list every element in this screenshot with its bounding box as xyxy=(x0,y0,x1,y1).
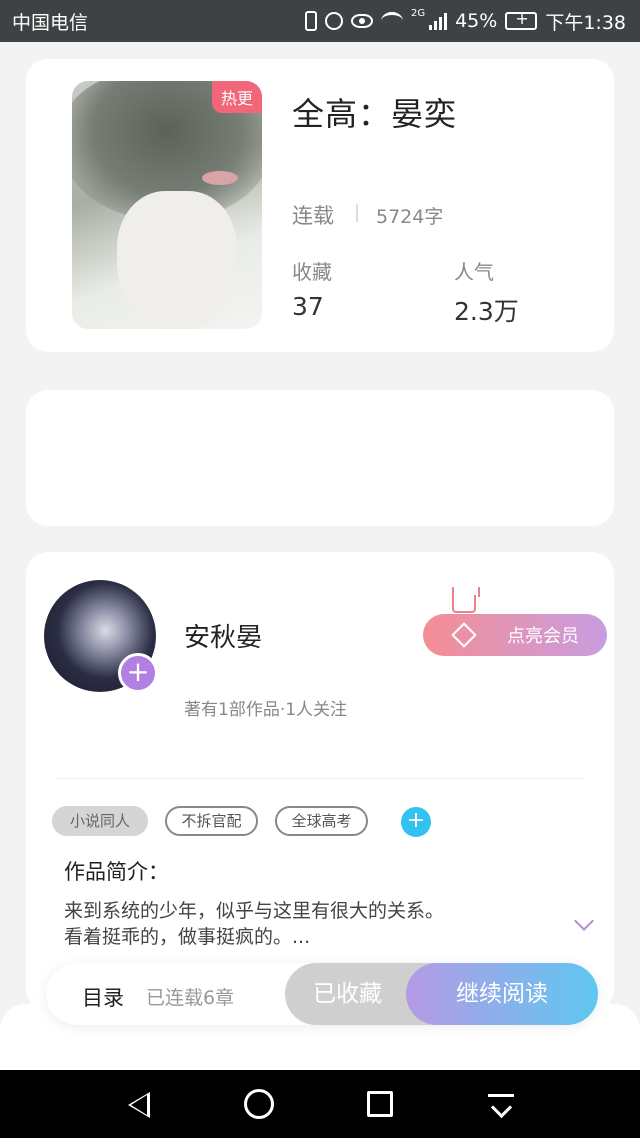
signal-icon xyxy=(429,12,448,30)
back-icon[interactable] xyxy=(128,1092,150,1118)
tag-item[interactable]: 不拆官配 xyxy=(165,806,258,836)
wifi-icon xyxy=(380,12,403,30)
chevron-down-icon[interactable] xyxy=(574,911,594,931)
popularity-label: 人气 xyxy=(454,260,494,284)
word-count: 5724字 xyxy=(376,206,444,228)
vibrate-icon xyxy=(304,11,317,31)
notification-pulldown-icon[interactable] xyxy=(488,1090,514,1120)
author-meta: 著有1部作品·1人关注 xyxy=(184,700,348,720)
chapter-count[interactable]: 已连载6章 xyxy=(146,983,234,1010)
book-info-card: 热更 全高：晏奕 连载 5724字 收藏 37 人气 2.3万 xyxy=(26,59,614,352)
battery-percent: 45% xyxy=(455,10,498,32)
intro-line: 来到系统的少年，似乎与这里有很大的关系。 xyxy=(64,900,445,922)
favorites-label: 收藏 xyxy=(292,260,332,284)
serial-status: 连载 xyxy=(292,204,334,228)
status-divider xyxy=(356,204,358,222)
tag-item[interactable]: 全球高考 xyxy=(275,806,368,836)
empty-content-card xyxy=(26,390,614,526)
cover-art-eye xyxy=(202,171,238,185)
tag-item[interactable]: 小说同人 xyxy=(52,806,148,836)
battery-icon xyxy=(505,9,538,30)
carrier-label: 中国电信 xyxy=(12,11,89,34)
toc-button[interactable]: 目录 xyxy=(82,982,124,1012)
book-title: 全高：晏奕 xyxy=(292,95,458,133)
intro-text[interactable]: 来到系统的少年，似乎与这里有很大的关系。 看着挺乖的，做事挺疯的。... xyxy=(64,898,534,950)
cover-art-face xyxy=(117,191,237,329)
author-name[interactable]: 安秋晏 xyxy=(184,617,262,654)
favorites-count: 37 xyxy=(292,292,324,321)
home-icon[interactable] xyxy=(244,1089,274,1119)
intro-line: 看着挺乖的，做事挺疯的。... xyxy=(64,926,311,948)
follow-plus-button[interactable]: + xyxy=(118,653,158,693)
vip-button-label: 点亮会员 xyxy=(507,626,579,647)
system-nav-bar xyxy=(0,1070,640,1138)
hot-update-badge: 热更 xyxy=(211,81,262,113)
alarm-icon xyxy=(324,12,343,30)
clock: 下午1:38 xyxy=(545,11,626,34)
status-bar: 中国电信 2G 45% 下午1:38 xyxy=(0,0,640,42)
network-type-label: 2G xyxy=(410,7,426,19)
intro-title: 作品简介： xyxy=(64,860,169,884)
eye-comfort-icon xyxy=(350,14,373,28)
diamond-icon xyxy=(451,622,477,648)
vip-button[interactable]: 点亮会员 xyxy=(423,614,607,656)
action-bar: 目录 已连载6章 已收藏 继续阅读 xyxy=(46,963,598,1025)
recent-apps-icon[interactable] xyxy=(367,1091,393,1117)
status-icons: 2G 45% 下午1:38 xyxy=(304,7,626,35)
continue-reading-button[interactable]: 继续阅读 xyxy=(406,963,598,1025)
popularity-count: 2.3万 xyxy=(454,297,519,326)
author-card: + 安秋晏 著有1部作品·1人关注 点亮会员 小说同人 不拆官配 全球高考 + … xyxy=(26,552,614,1012)
add-tag-button[interactable]: + xyxy=(401,807,431,837)
book-cover-image[interactable]: 热更 xyxy=(72,81,262,329)
divider xyxy=(56,778,584,779)
crown-icon xyxy=(452,587,480,613)
